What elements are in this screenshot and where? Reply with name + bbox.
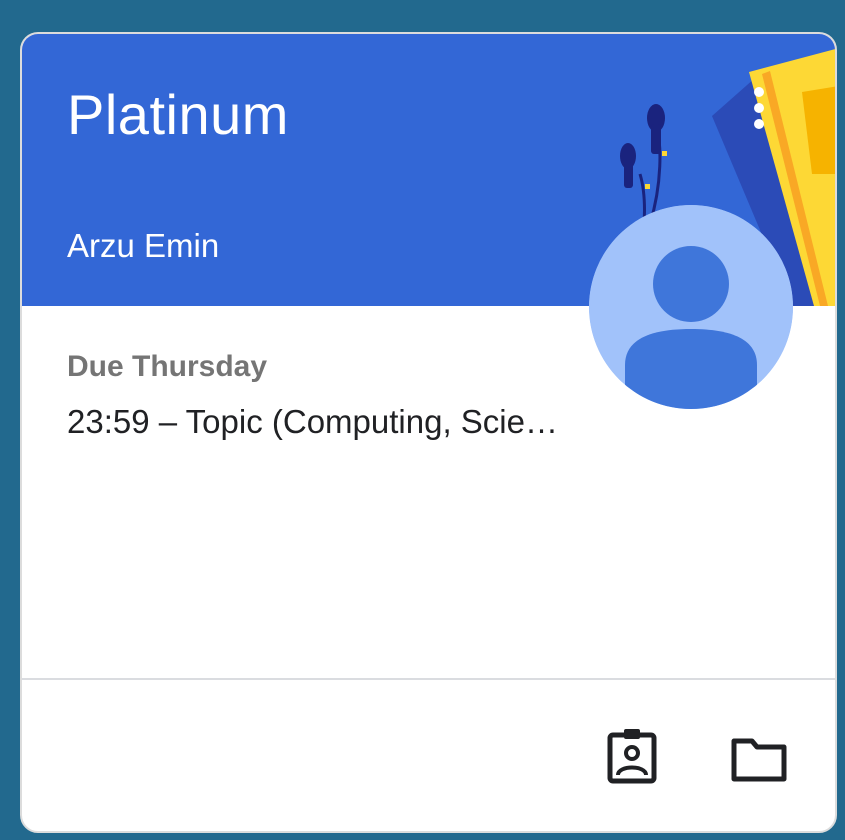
assignment-link[interactable]: 23:59 – Topic (Computing, Scie… <box>67 403 558 441</box>
earbud-ring-icon <box>645 184 650 189</box>
earbud-stem-icon <box>651 124 661 154</box>
assignment-ind-icon[interactable] <box>602 727 662 787</box>
more-vert-icon[interactable] <box>744 86 774 138</box>
class-title[interactable]: Platinum <box>67 82 289 147</box>
class-card[interactable]: Platinum Arzu Emin Due Thursday 23:59 – … <box>20 32 837 833</box>
earbud-ring-icon <box>662 151 667 156</box>
default-avatar-icon <box>589 205 793 409</box>
folder-icon[interactable] <box>730 729 790 789</box>
card-divider <box>22 678 835 680</box>
teacher-name[interactable]: Arzu Emin <box>67 227 219 265</box>
earbud-stem-icon <box>624 162 633 188</box>
due-label: Due Thursday <box>67 350 268 383</box>
